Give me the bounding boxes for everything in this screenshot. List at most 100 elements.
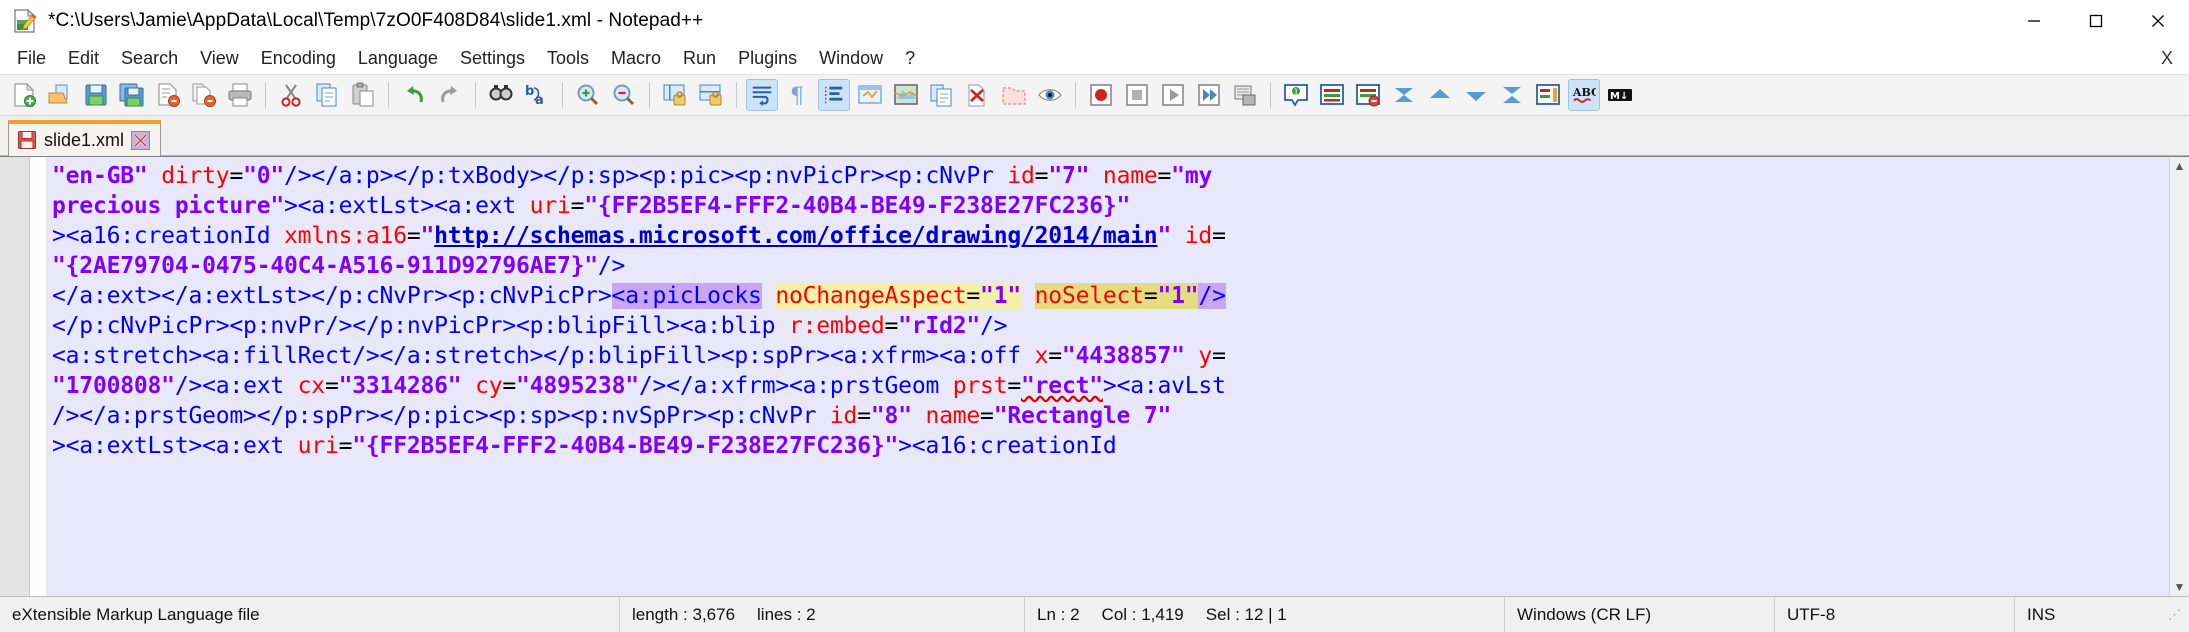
code-token: "{2AE79704-0475-40C4-A516-911D92796AE7}" bbox=[52, 253, 598, 279]
fold-margin[interactable] bbox=[30, 157, 46, 596]
status-sel: Sel : 12 | 1 bbox=[1205, 604, 1287, 624]
window-title: *C:\Users\Jamie\AppData\Local\Temp\7zO0F… bbox=[48, 10, 704, 31]
clear-compare-icon[interactable] bbox=[1352, 79, 1384, 111]
menu-view[interactable]: View bbox=[189, 45, 250, 72]
toolbar-separator bbox=[1075, 82, 1076, 108]
menu-settings[interactable]: Settings bbox=[449, 45, 536, 72]
folder-workspace-icon[interactable] bbox=[962, 79, 994, 111]
compare-icon[interactable] bbox=[1316, 79, 1348, 111]
menu-edit[interactable]: Edit bbox=[57, 45, 110, 72]
menu-run[interactable]: Run bbox=[672, 45, 727, 72]
paste-icon[interactable] bbox=[347, 79, 379, 111]
stop-macro-icon[interactable] bbox=[1121, 79, 1153, 111]
code-token: /></a:prstGeom></p:spPr></p:pic><p:sp><p… bbox=[52, 403, 830, 429]
notepad-plus-plus-window: *C:\Users\Jamie\AppData\Local\Temp\7zO0F… bbox=[0, 0, 2189, 632]
previous-diff-icon[interactable] bbox=[1424, 79, 1456, 111]
code-token: noSelect bbox=[1034, 283, 1144, 309]
udl-dialog-icon[interactable] bbox=[854, 79, 886, 111]
print-icon[interactable] bbox=[224, 79, 256, 111]
menu-file[interactable]: File bbox=[6, 45, 57, 72]
menu-search[interactable]: Search bbox=[110, 45, 189, 72]
editor-area[interactable]: "en-GB" dirty="0"/></a:p></p:txBody></p:… bbox=[0, 156, 2189, 596]
undo-icon[interactable] bbox=[398, 79, 430, 111]
code-token: x bbox=[1034, 343, 1049, 369]
close-all-icon[interactable] bbox=[188, 79, 220, 111]
zoom-out-icon[interactable] bbox=[608, 79, 640, 111]
code-token: http://schemas.microsoft.com/office/draw… bbox=[434, 223, 1158, 249]
toolbar-separator bbox=[736, 82, 737, 108]
vertical-scrollbar[interactable]: ▲ ▼ bbox=[2169, 157, 2189, 596]
code-line: /></a:prstGeom></p:spPr></p:pic><p:sp><p… bbox=[52, 401, 2169, 431]
maximize-button[interactable] bbox=[2065, 0, 2127, 42]
code-token: "7" bbox=[1048, 163, 1090, 189]
close-document-button[interactable]: X bbox=[2161, 48, 2173, 69]
eye-icon[interactable] bbox=[1034, 79, 1066, 111]
close-tab-icon[interactable] bbox=[131, 130, 151, 150]
code-token: " bbox=[1157, 223, 1172, 249]
code-text[interactable]: "en-GB" dirty="0"/></a:p></p:txBody></p:… bbox=[46, 157, 2169, 596]
scroll-up-icon[interactable]: ▲ bbox=[2174, 159, 2186, 173]
function-list-icon[interactable] bbox=[926, 79, 958, 111]
menu-help[interactable]: ? bbox=[894, 45, 926, 72]
run-multiple-icon[interactable] bbox=[1193, 79, 1225, 111]
last-diff-icon[interactable] bbox=[1496, 79, 1528, 111]
menu-window[interactable]: Window bbox=[808, 45, 894, 72]
save-all-icon[interactable] bbox=[116, 79, 148, 111]
spell-check-icon[interactable]: ABC bbox=[1568, 79, 1600, 111]
code-token: "0" bbox=[243, 163, 285, 189]
svg-text:b: b bbox=[525, 84, 534, 99]
monitoring-icon[interactable] bbox=[998, 79, 1030, 111]
close-file-icon[interactable] bbox=[152, 79, 184, 111]
code-token: "{FF2B5EF4-FFF2-40B4-BE49-F238E27FC236}" bbox=[584, 193, 1131, 219]
save-macro-icon[interactable] bbox=[1229, 79, 1261, 111]
next-diff-icon[interactable] bbox=[1460, 79, 1492, 111]
close-button[interactable] bbox=[2127, 0, 2189, 42]
scroll-down-icon[interactable]: ▼ bbox=[2174, 580, 2186, 594]
show-bookmark-icon[interactable]: 1 bbox=[1280, 79, 1312, 111]
find-icon[interactable] bbox=[485, 79, 517, 111]
tab-label: slide1.xml bbox=[44, 129, 125, 150]
tab-slide1-xml[interactable]: slide1.xml bbox=[8, 120, 162, 156]
cut-icon[interactable] bbox=[275, 79, 307, 111]
zoom-in-icon[interactable] bbox=[572, 79, 604, 111]
open-file-icon[interactable] bbox=[44, 79, 76, 111]
record-macro-icon[interactable] bbox=[1085, 79, 1117, 111]
menu-language[interactable]: Language bbox=[347, 45, 449, 72]
code-token: dirty bbox=[161, 163, 230, 189]
code-token: id bbox=[1184, 223, 1213, 249]
menu-tools[interactable]: Tools bbox=[536, 45, 600, 72]
menu-plugins[interactable]: Plugins bbox=[727, 45, 808, 72]
compare-navbar-icon[interactable] bbox=[1532, 79, 1564, 111]
code-token: = bbox=[502, 373, 517, 399]
indent-guide-icon[interactable] bbox=[818, 79, 850, 111]
replace-icon[interactable]: ba bbox=[521, 79, 553, 111]
menu-macro[interactable]: Macro bbox=[600, 45, 672, 72]
play-macro-icon[interactable] bbox=[1157, 79, 1189, 111]
document-map-icon[interactable] bbox=[890, 79, 922, 111]
all-chars-icon[interactable]: ¶ bbox=[782, 79, 814, 111]
code-token: "1" bbox=[1157, 283, 1199, 309]
code-token: cx bbox=[297, 373, 325, 399]
menu-encoding[interactable]: Encoding bbox=[250, 45, 347, 72]
first-diff-icon[interactable] bbox=[1388, 79, 1420, 111]
sync-vertical-scroll-icon[interactable] bbox=[659, 79, 691, 111]
status-encoding: UTF-8 bbox=[1775, 596, 2015, 632]
code-token: "3314286" bbox=[338, 373, 462, 399]
resize-grip-icon[interactable]: ⋰ bbox=[2160, 607, 2189, 623]
mime-tools-icon[interactable]: M↓ bbox=[1604, 79, 1636, 111]
redo-icon[interactable] bbox=[434, 79, 466, 111]
minimize-button[interactable] bbox=[2003, 0, 2065, 42]
code-token: ><a16:creationId bbox=[52, 223, 285, 249]
save-icon[interactable] bbox=[80, 79, 112, 111]
word-wrap-icon[interactable] bbox=[746, 79, 778, 111]
sync-horizontal-scroll-icon[interactable] bbox=[695, 79, 727, 111]
code-token: = bbox=[229, 163, 244, 189]
code-token: "1700808" bbox=[52, 373, 175, 399]
copy-icon[interactable] bbox=[311, 79, 343, 111]
new-file-icon[interactable] bbox=[8, 79, 40, 111]
toolbar-separator bbox=[265, 82, 266, 108]
